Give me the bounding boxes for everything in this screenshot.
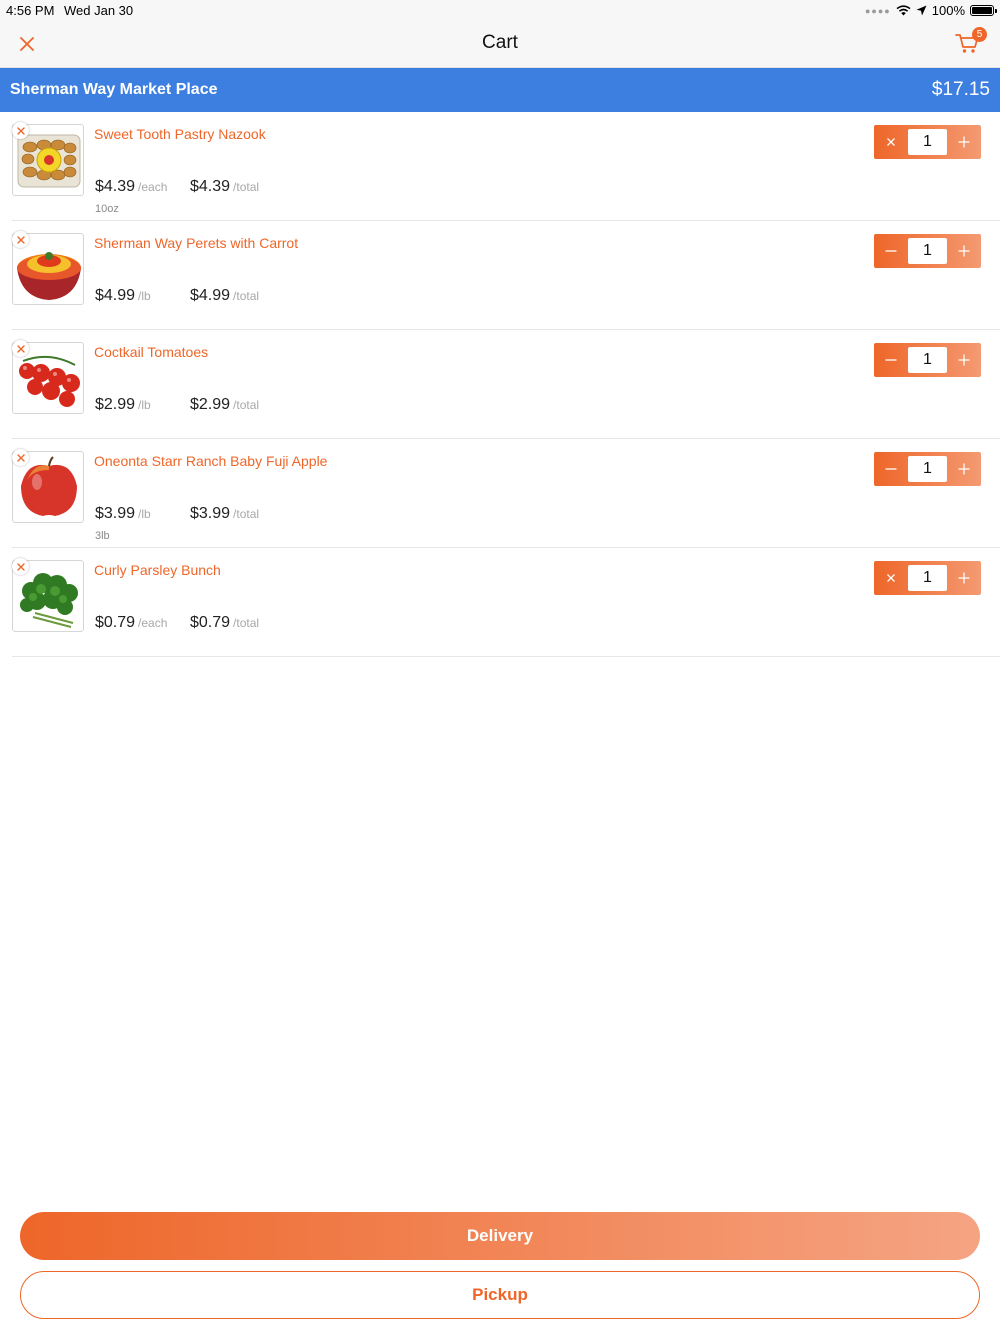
- location-arrow-icon: [916, 5, 927, 16]
- decrement-button[interactable]: [874, 452, 908, 486]
- quantity-value[interactable]: 1: [908, 565, 947, 591]
- minus-icon: [885, 359, 897, 361]
- store-header: Sherman Way Market Place $17.15: [0, 68, 1000, 112]
- unit-price: $3.99/lb: [95, 505, 151, 522]
- quantity-stepper: 1: [874, 452, 981, 486]
- store-subtotal: $17.15: [931, 79, 990, 100]
- cart-item: Sherman Way Perets with Carrot $4.99/lb …: [12, 221, 1000, 330]
- close-icon: [16, 126, 25, 135]
- cart-count-badge: 5: [972, 27, 987, 42]
- increment-button[interactable]: [947, 561, 981, 595]
- decrement-button[interactable]: [874, 125, 908, 159]
- cart-item: Sweet Tooth Pastry Nazook $4.39/each $4.…: [12, 112, 1000, 221]
- item-name[interactable]: Curly Parsley Bunch: [94, 562, 221, 578]
- increment-button[interactable]: [947, 343, 981, 377]
- cart-item: Curly Parsley Bunch $0.79/each $0.79/tot…: [12, 548, 1000, 657]
- times-icon: [887, 138, 895, 146]
- page-title: Cart: [482, 32, 518, 53]
- close-icon: [16, 344, 25, 353]
- item-name[interactable]: Sweet Tooth Pastry Nazook: [94, 126, 266, 142]
- battery-percent: 100%: [931, 3, 965, 18]
- store-name: Sherman Way Market Place: [10, 81, 218, 98]
- cart-item: Oneonta Starr Ranch Baby Fuji Apple $3.9…: [12, 439, 1000, 548]
- remove-item-button[interactable]: [12, 340, 29, 357]
- decrement-button[interactable]: [874, 343, 908, 377]
- plus-icon: [958, 572, 970, 584]
- remove-item-button[interactable]: [12, 558, 29, 575]
- pickup-button[interactable]: Pickup: [20, 1271, 980, 1319]
- quantity-value[interactable]: 1: [908, 347, 947, 373]
- unit-price: $4.99/lb: [95, 287, 151, 304]
- minus-icon: [885, 468, 897, 470]
- total-price: $2.99/total: [190, 396, 260, 413]
- status-date: Wed Jan 30: [64, 3, 134, 18]
- total-price: $4.99/total: [190, 287, 260, 304]
- plus-icon: [958, 245, 970, 257]
- quantity-stepper: 1: [874, 125, 981, 159]
- quantity-value[interactable]: 1: [908, 238, 947, 264]
- remove-item-button[interactable]: [12, 231, 29, 248]
- delivery-button[interactable]: Delivery: [20, 1212, 980, 1260]
- increment-button[interactable]: [947, 452, 981, 486]
- total-price: $3.99/total: [190, 505, 260, 522]
- remove-item-button[interactable]: [12, 122, 29, 139]
- cart-button[interactable]: 5: [954, 27, 987, 58]
- unit-price: $0.79/each: [95, 614, 168, 631]
- close-icon: [16, 235, 25, 244]
- minus-icon: [885, 250, 897, 252]
- total-price: $0.79/total: [190, 614, 260, 631]
- plus-icon: [958, 354, 970, 366]
- times-icon: [887, 574, 895, 582]
- quantity-value[interactable]: 1: [908, 129, 947, 155]
- remove-item-button[interactable]: [12, 449, 29, 466]
- quantity-stepper: 1: [874, 343, 981, 377]
- cart-item-list: Sweet Tooth Pastry Nazook $4.39/each $4.…: [0, 112, 1000, 657]
- signal-icon: ●●●●: [865, 5, 891, 16]
- total-price: $4.39/total: [190, 178, 260, 195]
- nav-bar: Cart 5: [0, 20, 1000, 68]
- item-name[interactable]: Coctkail Tomatoes: [94, 344, 208, 360]
- increment-button[interactable]: [947, 234, 981, 268]
- quantity-value[interactable]: 1: [908, 456, 947, 482]
- close-icon: [16, 562, 25, 571]
- unit-price: $4.39/each: [95, 178, 168, 195]
- status-indicators: ●●●● 100%: [865, 3, 997, 18]
- unit-price: $2.99/lb: [95, 396, 151, 413]
- item-size: 10oz: [95, 203, 119, 215]
- decrement-button[interactable]: [874, 561, 908, 595]
- item-name[interactable]: Sherman Way Perets with Carrot: [94, 235, 298, 251]
- quantity-stepper: 1: [874, 234, 981, 268]
- item-size: 3lb: [95, 530, 110, 542]
- battery-icon: [970, 5, 997, 16]
- status-bar: 4:56 PM Wed Jan 30 ●●●● 100%: [0, 0, 1000, 20]
- increment-button[interactable]: [947, 125, 981, 159]
- close-icon: [16, 453, 25, 462]
- plus-icon: [958, 136, 970, 148]
- wifi-icon: [896, 5, 911, 16]
- decrement-button[interactable]: [874, 234, 908, 268]
- cart-item: Coctkail Tomatoes $2.99/lb $2.99/total 1: [12, 330, 1000, 439]
- item-name[interactable]: Oneonta Starr Ranch Baby Fuji Apple: [94, 453, 327, 469]
- quantity-stepper: 1: [874, 561, 981, 595]
- plus-icon: [958, 463, 970, 475]
- status-time: 4:56 PM: [6, 3, 55, 18]
